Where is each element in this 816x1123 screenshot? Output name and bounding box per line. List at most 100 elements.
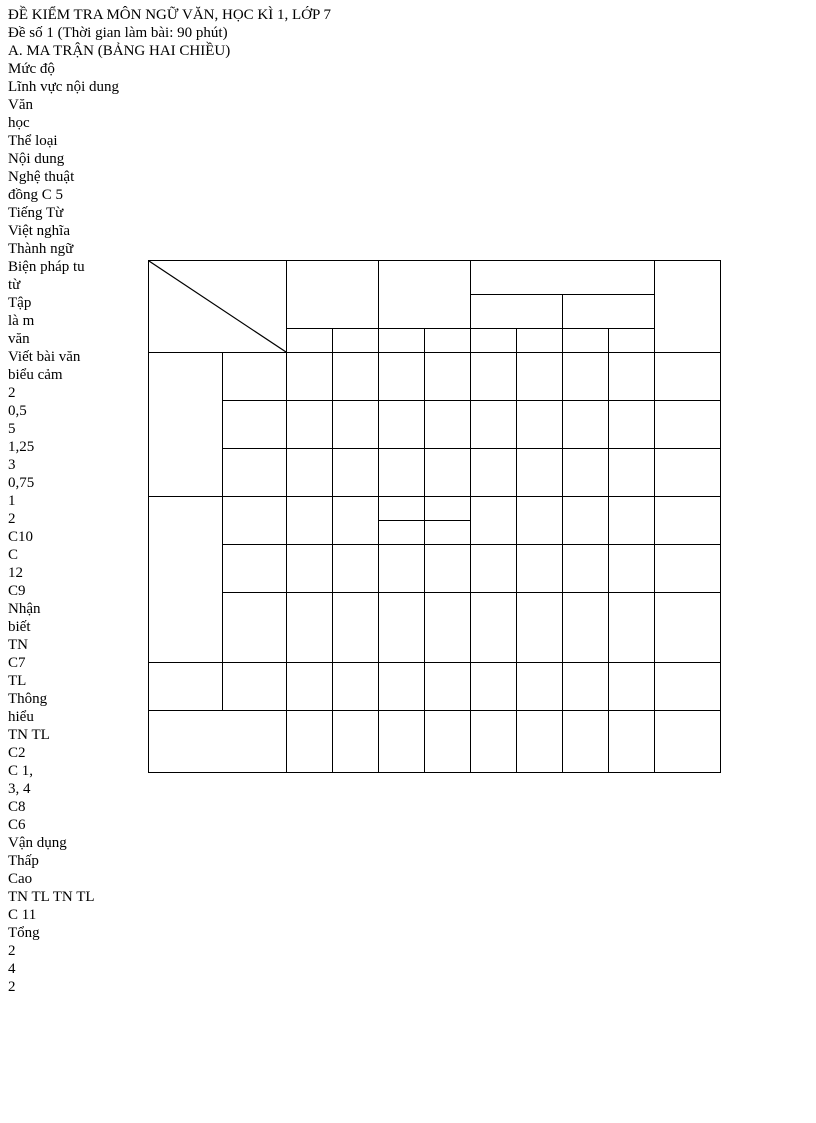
body-cell xyxy=(517,497,563,545)
header-cell xyxy=(379,329,425,353)
body-cell xyxy=(223,593,287,663)
body-cell xyxy=(333,401,379,449)
header-cell xyxy=(563,329,609,353)
body-cell xyxy=(517,593,563,663)
body-cell xyxy=(287,353,333,401)
body-cell xyxy=(471,663,517,711)
body-cell xyxy=(517,353,563,401)
text-line: Mức độ xyxy=(8,60,808,78)
body-cell xyxy=(379,521,425,545)
body-cell xyxy=(425,497,471,521)
body-cell xyxy=(425,663,471,711)
row-group-cell xyxy=(149,497,223,663)
matrix-grid xyxy=(148,260,721,773)
body-cell xyxy=(223,663,287,711)
body-cell xyxy=(425,401,471,449)
body-cell xyxy=(655,353,721,401)
header-cell xyxy=(609,329,655,353)
text-line: C8 xyxy=(8,798,808,816)
text-line: Tiếng Từ xyxy=(8,204,808,222)
text-line: Thành ngữ xyxy=(8,240,808,258)
body-cell xyxy=(563,711,609,773)
header-cell xyxy=(471,261,655,295)
diagonal-line-icon xyxy=(149,261,286,352)
body-cell xyxy=(609,353,655,401)
row-group-cell xyxy=(149,663,223,711)
body-cell xyxy=(563,401,609,449)
diagonal-header-cell xyxy=(149,261,287,353)
header-cell xyxy=(563,295,655,329)
body-cell xyxy=(563,593,609,663)
text-line: Việt nghĩa xyxy=(8,222,808,240)
body-cell xyxy=(287,497,333,545)
text-line: Thể loại xyxy=(8,132,808,150)
header-cell xyxy=(471,295,563,329)
header-cell xyxy=(425,329,471,353)
body-cell xyxy=(471,401,517,449)
body-cell xyxy=(655,545,721,593)
body-cell xyxy=(333,663,379,711)
text-line: Lĩnh vực nội dung xyxy=(8,78,808,96)
body-cell xyxy=(379,353,425,401)
body-cell xyxy=(563,545,609,593)
text-line: 4 xyxy=(8,960,808,978)
body-cell xyxy=(609,449,655,497)
text-line: C 11 xyxy=(8,906,808,924)
text-line: Thấp xyxy=(8,852,808,870)
header-cell xyxy=(517,329,563,353)
text-line: C6 xyxy=(8,816,808,834)
body-cell xyxy=(517,449,563,497)
body-cell xyxy=(609,663,655,711)
body-cell xyxy=(287,449,333,497)
body-cell xyxy=(287,545,333,593)
row-group-cell xyxy=(149,353,223,497)
body-cell xyxy=(471,545,517,593)
body-cell xyxy=(425,711,471,773)
body-cell xyxy=(287,711,333,773)
body-cell xyxy=(333,593,379,663)
body-cell xyxy=(287,663,333,711)
body-cell xyxy=(425,593,471,663)
header-cell xyxy=(379,261,471,329)
body-cell xyxy=(379,711,425,773)
page-title: ĐỀ KIỂM TRA MÔN NGỮ VĂN, HỌC KÌ 1, LỚP 7 xyxy=(8,6,808,24)
header-cell xyxy=(287,261,379,329)
body-cell xyxy=(471,353,517,401)
body-cell xyxy=(287,593,333,663)
text-line: 2 xyxy=(8,978,808,996)
body-cell xyxy=(563,497,609,545)
matrix-table xyxy=(148,260,721,773)
body-cell xyxy=(333,449,379,497)
body-cell xyxy=(563,353,609,401)
body-cell xyxy=(655,449,721,497)
header-cell xyxy=(333,329,379,353)
text-line: Nghệ thuật xyxy=(8,168,808,186)
body-cell xyxy=(655,401,721,449)
total-label-cell xyxy=(149,711,287,773)
body-cell xyxy=(379,663,425,711)
body-cell xyxy=(471,497,517,545)
body-cell xyxy=(425,521,471,545)
body-cell xyxy=(425,449,471,497)
body-cell xyxy=(609,711,655,773)
body-cell xyxy=(223,353,287,401)
body-cell xyxy=(517,545,563,593)
body-cell xyxy=(655,711,721,773)
body-cell xyxy=(223,497,287,545)
body-cell xyxy=(333,497,379,545)
text-line: 3, 4 xyxy=(8,780,808,798)
body-cell xyxy=(379,449,425,497)
text-line: đồng C 5 xyxy=(8,186,808,204)
body-cell xyxy=(333,545,379,593)
body-cell xyxy=(471,593,517,663)
body-cell xyxy=(379,593,425,663)
body-cell xyxy=(379,497,425,521)
body-cell xyxy=(563,663,609,711)
header-cell xyxy=(471,329,517,353)
text-line: Nội dung xyxy=(8,150,808,168)
body-cell xyxy=(287,401,333,449)
body-cell xyxy=(471,449,517,497)
body-cell xyxy=(517,711,563,773)
text-line: học xyxy=(8,114,808,132)
body-cell xyxy=(223,449,287,497)
